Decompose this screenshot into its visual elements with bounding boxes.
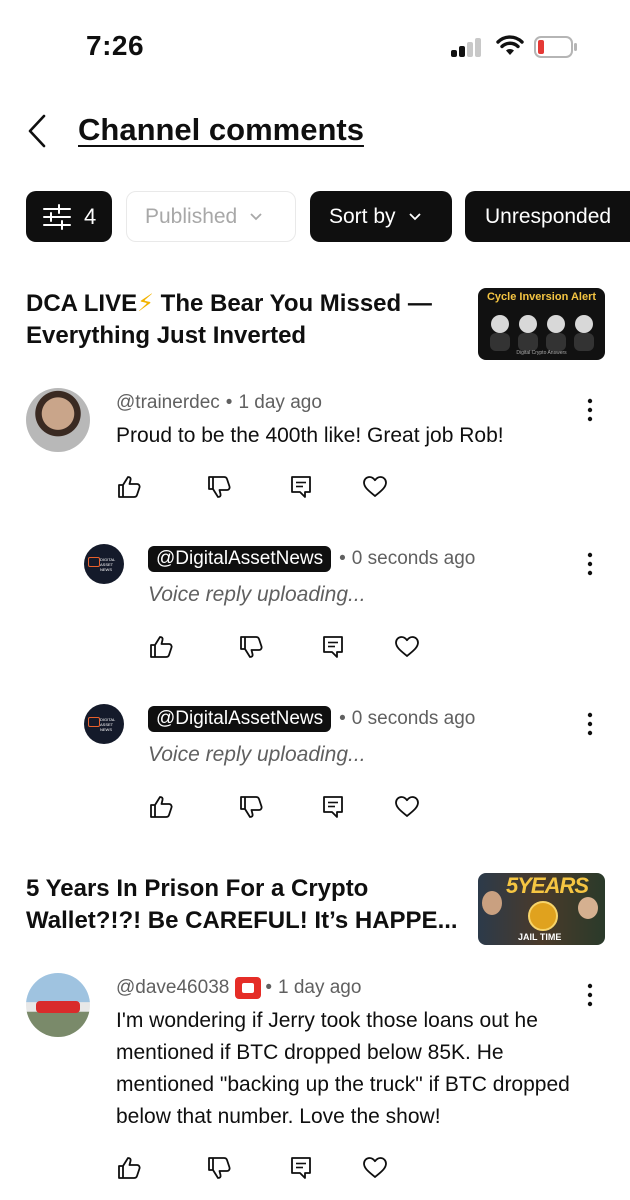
reply-actions	[148, 634, 428, 664]
more-vert-icon[interactable]	[580, 396, 600, 424]
avatar[interactable]	[26, 388, 90, 452]
thumbnail-caption: 5YEARS	[506, 873, 589, 898]
sort-by-dropdown[interactable]: Sort by	[310, 191, 452, 242]
thumbs-down-icon[interactable]	[238, 634, 264, 660]
reply-meta: @DigitalAssetNews • 0 seconds ago	[148, 546, 475, 572]
chevron-down-icon	[408, 212, 421, 220]
comment-text: I'm wondering if Jerry took those loans …	[116, 1009, 570, 1128]
heart-icon[interactable]	[362, 474, 388, 500]
comment-author[interactable]: @dave46038	[116, 977, 229, 999]
more-vert-icon[interactable]	[580, 550, 600, 578]
presenter-face	[578, 897, 598, 919]
page-title: Channel comments	[78, 112, 364, 147]
reply-text: Voice reply uploading...	[148, 583, 366, 606]
published-dropdown[interactable]: Published	[126, 191, 296, 242]
reply-time: 0 seconds ago	[351, 548, 476, 569]
reply-icon[interactable]	[288, 474, 314, 500]
cellular-signal-icon	[451, 37, 483, 57]
sort-label: Sort by	[329, 204, 396, 228]
chevron-down-icon	[250, 212, 262, 220]
thumbs-down-icon[interactable]	[206, 1155, 232, 1181]
channel-avatar[interactable]: DIGITAL ASSET NEWS	[84, 544, 124, 584]
thumbs-up-icon[interactable]	[148, 794, 174, 820]
header: Channel comments	[0, 100, 630, 164]
video-thumbnail[interactable]: Cycle Inversion Alert Digital Crypto Ans…	[478, 288, 605, 360]
presenter-face	[482, 891, 502, 915]
battery-low-icon	[534, 36, 577, 58]
reply-icon[interactable]	[320, 794, 346, 820]
thumbs-down-icon[interactable]	[206, 474, 232, 500]
member-badge-icon	[235, 977, 262, 999]
video-thumbnail[interactable]: 5YEARS JAIL TIME	[478, 873, 605, 945]
comment-actions	[116, 474, 396, 504]
comment-meta: @trainerdec • 1 day ago	[116, 392, 322, 414]
heart-icon[interactable]	[362, 1155, 388, 1181]
reply-time: 0 seconds ago	[351, 708, 476, 729]
comment-text: Proud to be the 400th like! Great job Ro…	[116, 424, 504, 447]
reply-icon[interactable]	[288, 1155, 314, 1181]
back-icon[interactable]	[22, 110, 58, 152]
avatar[interactable]	[26, 973, 90, 1037]
reply-meta: @DigitalAssetNews • 0 seconds ago	[148, 706, 475, 732]
thumbs-up-icon[interactable]	[148, 634, 174, 660]
thumbs-down-icon[interactable]	[238, 794, 264, 820]
reply-icon[interactable]	[320, 634, 346, 660]
comment-actions	[116, 1155, 396, 1185]
thumbnail-subcaption: Digital Crypto Answers	[516, 350, 567, 356]
filter-button[interactable]: 4	[26, 191, 112, 242]
heart-icon[interactable]	[394, 794, 420, 820]
reply-text: Voice reply uploading...	[148, 743, 366, 766]
lightning-icon: ⚡	[137, 290, 154, 317]
reply-author-pill[interactable]: @DigitalAssetNews	[148, 706, 332, 732]
published-label: Published	[145, 204, 238, 228]
filter-count: 4	[84, 203, 97, 229]
reply-author-pill[interactable]: @DigitalAssetNews	[148, 546, 332, 572]
channel-avatar[interactable]: DIGITAL ASSET NEWS	[84, 704, 124, 744]
status-bar: 7:26	[0, 0, 630, 90]
bitcoin-coin-icon	[528, 901, 558, 931]
more-vert-icon[interactable]	[580, 981, 600, 1009]
status-time: 7:26	[86, 30, 145, 61]
more-vert-icon[interactable]	[580, 710, 600, 738]
comment-time: 1 day ago	[238, 392, 322, 413]
comment-author[interactable]: @trainerdec	[116, 392, 220, 414]
filter-sliders-icon	[43, 203, 71, 230]
comment-time: 1 day ago	[277, 977, 362, 998]
thumbs-up-icon[interactable]	[116, 1155, 142, 1181]
unresponded-label: Unresponded	[485, 204, 612, 228]
unresponded-chip[interactable]: Unresponded	[465, 191, 630, 242]
comment-meta: @dave46038 • 1 day ago	[116, 977, 362, 999]
video-title[interactable]: DCA LIVE⚡ The Bear You Missed — Everythi…	[26, 288, 466, 352]
filter-bar: 4 Published Sort by Unresponded	[26, 191, 630, 242]
reply-actions	[148, 794, 428, 824]
wifi-icon	[496, 35, 524, 55]
heart-icon[interactable]	[394, 634, 420, 660]
video-title[interactable]: 5 Years In Prison For a Crypto Wallet?!?…	[26, 873, 466, 937]
thumbnail-subcaption: JAIL TIME	[518, 932, 562, 942]
thumbs-up-icon[interactable]	[116, 474, 142, 500]
